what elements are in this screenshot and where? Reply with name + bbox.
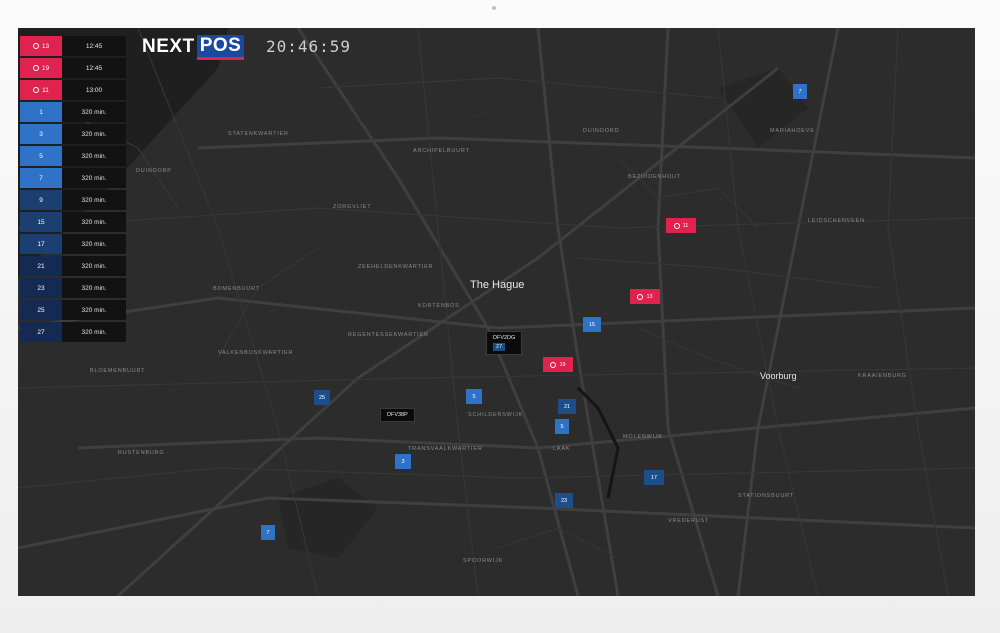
district-label: BEZUIDENHOUT (628, 174, 681, 180)
status-row[interactable]: 15 320 min. (20, 212, 126, 232)
district-label: VREDERUST (668, 518, 710, 524)
vehicle-plate-tag[interactable]: DFV38P (380, 408, 415, 422)
map-marker-vehicle[interactable]: 25 (314, 390, 330, 405)
status-row[interactable]: 9 320 min. (20, 190, 126, 210)
clock-icon (32, 65, 39, 71)
status-row[interactable]: 19 12:45 (20, 58, 126, 78)
clock-icon (637, 293, 644, 300)
district-label: LEIDSCHENVEEN (808, 218, 865, 224)
district-label: ARCHIPELBUURT (413, 148, 470, 154)
map-roads (18, 28, 975, 596)
map-marker-alert[interactable]: 13 (630, 289, 660, 304)
device-frame: DUINDORP ARCHIPELBUURT STATENKWARTIER ZO… (0, 0, 1000, 633)
district-label: ZEEHELDENKWARTIER (358, 264, 434, 270)
district-label: BLOEMENBUURT (90, 368, 146, 374)
district-label: KORTENBOS (418, 303, 460, 309)
status-row[interactable]: 1 320 min. (20, 102, 126, 122)
map-marker-vehicle[interactable]: 15 (583, 317, 601, 332)
district-label: ZORGVLIET (333, 204, 372, 210)
status-row[interactable]: 23 320 min. (20, 278, 126, 298)
vehicle-plate-tag[interactable]: DFV2DG 27 (486, 331, 523, 355)
camera-dot (492, 6, 496, 10)
district-label: KRAAIENBURG (858, 373, 907, 379)
district-label: RUSTENBURG (118, 450, 165, 456)
status-row[interactable]: 5 320 min. (20, 146, 126, 166)
district-label: VALKENBOSKWARTIER (218, 350, 294, 356)
clock-icon (33, 87, 40, 93)
district-label: MOLENWIJK (623, 434, 663, 440)
clock-icon (673, 222, 680, 229)
status-row[interactable]: 21 320 min. (20, 256, 126, 276)
district-label: DUINDORP (136, 168, 172, 174)
map-marker-vehicle[interactable]: 5 (555, 419, 569, 434)
map-marker-vehicle[interactable]: 21 (558, 399, 576, 414)
map-marker-vehicle[interactable]: 23 (555, 493, 573, 508)
map-screen[interactable]: DUINDORP ARCHIPELBUURT STATENKWARTIER ZO… (18, 28, 975, 596)
vehicle-status-panel: 13 12:45 19 12:45 11 13:00 1 320 min. 3 320 m… (20, 36, 126, 344)
district-label: STATENKWARTIER (228, 131, 289, 137)
district-label: TRANSVAALKWARTIER (408, 446, 483, 452)
clock-icon (32, 43, 39, 49)
city-label-voorburg: Voorburg (760, 371, 797, 381)
current-time: 20:46:59 (266, 37, 352, 56)
district-label: BOMENBUURT (213, 286, 261, 292)
district-label: LAAK (553, 446, 571, 452)
map-marker-vehicle[interactable]: 7 (261, 525, 275, 540)
clock-icon (550, 361, 557, 368)
status-row[interactable]: 11 13:00 (20, 80, 126, 100)
status-row[interactable]: 25 320 min. (20, 300, 126, 320)
map-marker-vehicle[interactable]: 5 (466, 389, 482, 404)
district-label: SCHILDERSWIJK (468, 412, 524, 418)
status-row[interactable]: 3 320 min. (20, 124, 126, 144)
map-marker-vehicle[interactable]: 7 (793, 84, 807, 99)
district-label: MARIAHOEVE (770, 128, 815, 134)
map-marker-vehicle[interactable]: 3 (395, 454, 411, 469)
city-label-hague: The Hague (470, 279, 525, 291)
status-row[interactable]: 13 12:45 (20, 36, 126, 56)
district-label: SPOORWIJK (463, 558, 504, 564)
status-row[interactable]: 27 320 min. (20, 322, 126, 342)
status-row[interactable]: 7 320 min. (20, 168, 126, 188)
map-marker-vehicle[interactable]: 17 (644, 470, 664, 485)
map-marker-alert[interactable]: 11 (666, 218, 696, 233)
district-label: REGENTESSEKWARTIER (348, 332, 429, 338)
district-label: DUINOORD (583, 128, 620, 134)
map-marker-alert[interactable]: 19 (543, 357, 573, 372)
district-label: STATIONSBUURT (738, 493, 794, 499)
nextpos-logo: NEXT POS (142, 34, 245, 60)
status-row[interactable]: 17 320 min. (20, 234, 126, 254)
